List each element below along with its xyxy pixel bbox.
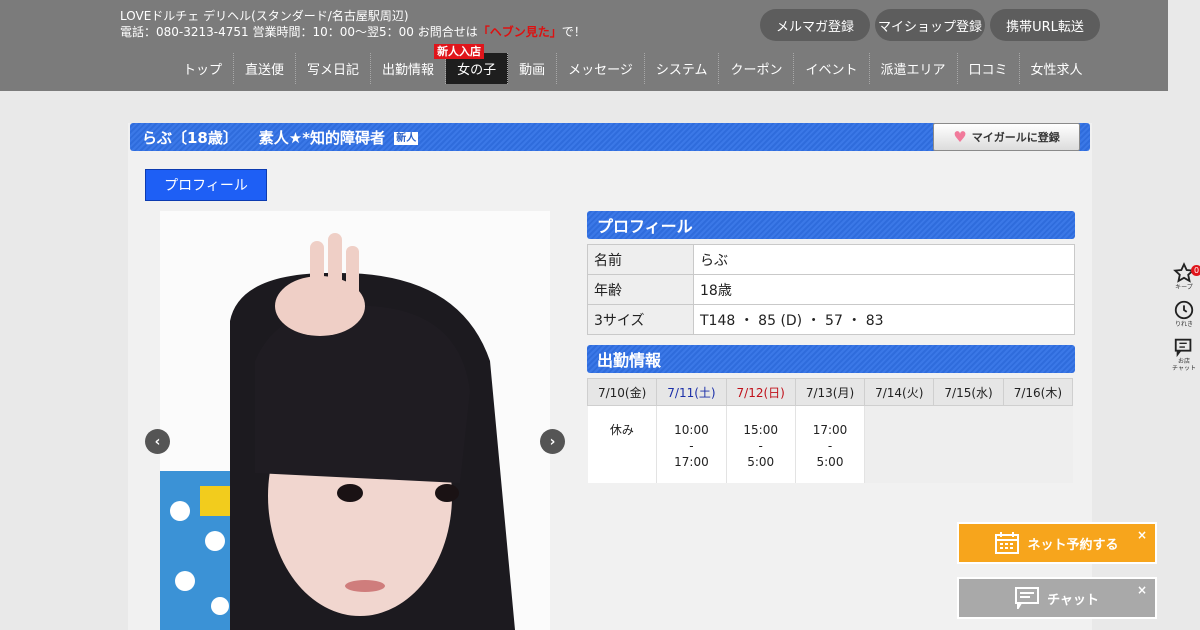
girl-name-age: らぶ〔18歳〕 <box>142 129 238 147</box>
heart-icon: ♥ <box>953 128 967 146</box>
mobile-url-button[interactable]: 携帯URL転送 <box>990 9 1100 41</box>
new-tag: 新人 <box>394 132 419 145</box>
keep-button[interactable]: 0 キープ <box>1173 262 1200 291</box>
nav-review[interactable]: 口コミ <box>958 53 1020 84</box>
schedule-cell-empty <box>864 405 934 483</box>
schedule-line: - <box>827 439 833 453</box>
chevron-left-icon: ‹ <box>154 433 161 450</box>
schedule-table: 7/10(金) 7/11(土) 7/12(日) 7/13(月) 7/14(火) … <box>586 378 1074 483</box>
schedule-cell: 休み <box>587 405 658 483</box>
schedule-day: 7/13(月) <box>794 378 866 406</box>
schedule-line: - <box>689 439 694 453</box>
photo-next-button[interactable]: › <box>540 429 565 454</box>
myshop-button[interactable]: マイショップ登録 <box>875 9 985 41</box>
keep-label: キープ <box>1175 284 1193 291</box>
nav-girls-label: 女の子 <box>457 63 497 78</box>
nav-direct[interactable]: 直送便 <box>234 53 297 84</box>
site-header: LOVEドルチェ デリヘル(スタンダード/名古屋駅周辺) 電話：080-3213… <box>0 0 1168 91</box>
contact-text: 電話：080-3213-4751 営業時間：10：00～翌5：00 お問合せは <box>120 25 478 39</box>
girl-title: らぶ〔18歳〕 素人★*知的障碍者 新人 <box>142 127 419 148</box>
schedule-line: 17:00 <box>812 423 848 437</box>
calendar-icon <box>995 532 1020 554</box>
profile-row-size: 3サイズ T148 ・ 85 (D) ・ 57 ・ 83 <box>587 304 1075 335</box>
net-reserve-button[interactable]: ネット予約する × <box>957 522 1157 564</box>
profile-value: らぶ <box>693 244 1075 275</box>
schedule-line: 15:00 <box>743 423 778 437</box>
nav-photo-diary[interactable]: 写メ日記 <box>296 53 372 84</box>
chat-label-2: チャット <box>1172 365 1196 372</box>
profile-key: 年齢 <box>587 274 694 305</box>
shop-name[interactable]: LOVEドルチェ デリヘル(スタンダード/名古屋駅周辺) <box>120 7 409 24</box>
schedule-cell-empty <box>1003 405 1073 483</box>
chat-button[interactable]: チャット × <box>957 577 1157 619</box>
chat-label: チャット <box>1047 592 1099 608</box>
schedule-heading: 出勤情報 <box>587 345 1075 373</box>
profile-heading: プロフィール <box>587 211 1075 239</box>
schedule-day: 7/16(木) <box>1002 378 1074 406</box>
schedule-line: 5:00 <box>816 455 844 469</box>
chevron-right-icon: › <box>549 433 556 450</box>
close-icon[interactable]: × <box>1137 583 1147 597</box>
nav-girls[interactable]: 新人入店 女の子 <box>434 44 509 84</box>
profile-row-age: 年齢 18歳 <box>587 274 1075 305</box>
girl-catch: 素人★*知的障碍者 <box>258 129 386 147</box>
mygirl-label: マイガールに登録 <box>971 131 1060 144</box>
close-icon[interactable]: × <box>1137 528 1147 542</box>
profile-table: 名前 らぶ 年齢 18歳 3サイズ T148 ・ 85 (D) ・ 57 ・ 8… <box>587 244 1075 335</box>
mygirl-button[interactable]: ♥ マイガールに登録 <box>933 123 1080 151</box>
schedule-cell: 17:00 - 5:00 <box>795 405 866 483</box>
schedule-cell-empty <box>933 405 1004 483</box>
schedule-header-row: 7/10(金) 7/11(土) 7/12(日) 7/13(月) 7/14(火) … <box>586 378 1074 406</box>
nav-top[interactable]: トップ <box>172 53 235 84</box>
nav-system[interactable]: システム <box>645 53 720 84</box>
schedule-line: - <box>758 439 763 453</box>
schedule-day: 7/15(水) <box>933 378 1004 406</box>
schedule-line: 10:00 <box>674 423 709 437</box>
nav-event[interactable]: イベント <box>794 53 870 84</box>
schedule-line: 休み <box>609 423 634 437</box>
history-button[interactable]: りれき <box>1173 299 1195 328</box>
contact-highlight: 「ヘブン見た」 <box>477 25 562 39</box>
net-reserve-label: ネット予約する <box>1027 537 1119 553</box>
profile-key: 名前 <box>587 244 694 275</box>
chat-icon <box>1174 338 1192 358</box>
girl-photo-image <box>160 211 550 630</box>
nav-message[interactable]: メッセージ <box>557 53 645 84</box>
shop-chat-button[interactable]: お店 チャット <box>1172 336 1196 372</box>
side-widget: 0 キープ りれき お店 チャット <box>1168 262 1200 380</box>
schedule-cell: 15:00 - 5:00 <box>726 405 796 483</box>
nav-area[interactable]: 派遣エリア <box>870 53 958 84</box>
girl-photo <box>160 211 550 630</box>
tab-profile[interactable]: プロフィール <box>145 169 267 201</box>
schedule-line: 5:00 <box>747 455 775 469</box>
main-nav: トップ 直送便 写メ日記 出勤情報 新人入店 女の子 動画 メッセージ システム… <box>172 44 1094 84</box>
history-label: りれき <box>1174 321 1193 328</box>
schedule-day: 7/10(金) <box>586 378 658 406</box>
schedule-day: 7/11(土) <box>656 378 727 406</box>
schedule-line: 17:00 <box>674 455 709 469</box>
nav-video[interactable]: 動画 <box>508 53 558 84</box>
chat-bubble-icon <box>1015 587 1040 609</box>
new-girl-badge: 新人入店 <box>434 44 485 59</box>
profile-row-name: 名前 らぶ <box>587 244 1075 275</box>
history-icon <box>1174 300 1194 320</box>
nav-recruit[interactable]: 女性求人 <box>1020 53 1094 84</box>
contact-suffix: で！ <box>561 25 586 39</box>
keep-count: 0 <box>1191 265 1200 276</box>
schedule-cell: 10:00 - 17:00 <box>656 405 727 483</box>
nav-coupon[interactable]: クーポン <box>719 53 795 84</box>
schedule-day: 7/12(日) <box>725 378 796 406</box>
profile-value: T148 ・ 85 (D) ・ 57 ・ 83 <box>693 304 1075 335</box>
chat-label-1: お店 <box>1177 358 1190 365</box>
schedule-day: 7/14(火) <box>864 378 935 406</box>
photo-prev-button[interactable]: ‹ <box>145 429 170 454</box>
shop-contact: 電話：080-3213-4751 営業時間：10：00～翌5：00 お問合せは「… <box>120 23 586 40</box>
profile-value: 18歳 <box>693 274 1075 305</box>
schedule-time-row: 休み 10:00 - 17:00 15:00 - 5:00 17:00 - 5:… <box>587 405 1073 483</box>
profile-key: 3サイズ <box>587 304 694 335</box>
mailmag-button[interactable]: メルマガ登録 <box>760 9 870 41</box>
